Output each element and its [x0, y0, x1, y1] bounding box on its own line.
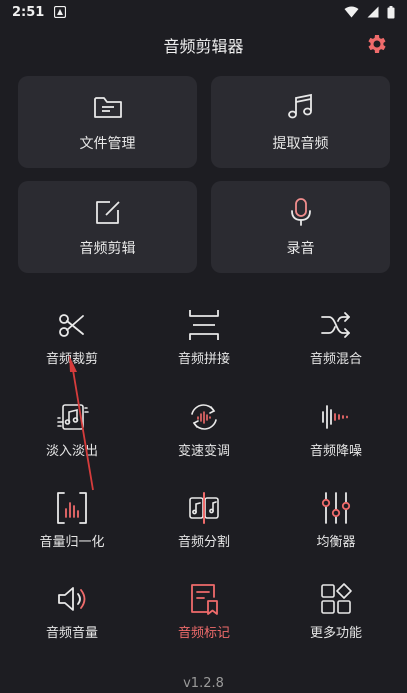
status-time: 2:51: [12, 4, 45, 20]
tool-audio-volume[interactable]: 音频音量: [7, 582, 137, 662]
folder-icon: [93, 97, 122, 118]
version-label: v1.2.8: [183, 676, 224, 691]
tool-label: 音频混合: [309, 352, 362, 367]
fade-icon: [57, 404, 89, 430]
tool-audio-marker[interactable]: 音频标记: [139, 582, 269, 662]
card-record[interactable]: 录音: [211, 181, 390, 273]
battery-icon: [387, 5, 395, 18]
tool-equalizer[interactable]: 均衡器: [271, 491, 401, 571]
tool-audio-trim[interactable]: 音频裁剪: [7, 308, 137, 388]
tool-label: 均衡器: [316, 535, 356, 550]
tool-label: 音频拼接: [177, 352, 230, 367]
tool-speed-pitch[interactable]: 变速变调: [139, 400, 269, 480]
title-bar: 音频剪辑器: [0, 24, 407, 66]
shuffle-icon: [321, 312, 350, 338]
card-label: 提取音频: [272, 136, 329, 152]
tool-label: 音频音量: [45, 626, 98, 641]
status-bar: 2:51: [0, 0, 407, 24]
tool-label: 淡入淡出: [45, 444, 98, 459]
tool-normalize[interactable]: 音量归一化: [7, 491, 137, 571]
tool-label: 变速变调: [177, 444, 230, 459]
microphone-icon: [290, 198, 311, 226]
card-audio-edit[interactable]: 音频剪辑: [18, 181, 197, 273]
tool-fade[interactable]: 淡入淡出: [7, 400, 137, 480]
volume-icon: [58, 587, 86, 611]
card-label: 录音: [286, 241, 315, 257]
wifi-icon: [344, 6, 359, 18]
tool-label: 音频标记: [177, 626, 230, 641]
speed-icon: [191, 404, 217, 430]
equalizer-icon: [321, 492, 351, 524]
card-label: 音频剪辑: [79, 241, 136, 257]
tool-more[interactable]: 更多功能: [271, 582, 401, 662]
tool-label: 更多功能: [309, 626, 362, 641]
card-file-manager[interactable]: 文件管理: [18, 76, 197, 168]
tool-label: 音频降噪: [309, 444, 362, 459]
gear-icon[interactable]: [365, 32, 389, 56]
tool-audio-split[interactable]: 音频分割: [139, 491, 269, 571]
tool-audio-mix[interactable]: 音频混合: [271, 308, 401, 388]
signal-icon: [367, 6, 379, 18]
card-extract-audio[interactable]: 提取音频: [211, 76, 390, 168]
notification-icon: [54, 6, 67, 18]
scissors-icon: [59, 314, 84, 337]
denoise-icon: [322, 405, 348, 429]
tool-denoise[interactable]: 音频降噪: [271, 400, 401, 480]
bookmark-icon: [191, 584, 218, 615]
card-label: 文件管理: [79, 136, 136, 152]
edit-icon: [95, 201, 120, 224]
tool-label: 音量归一化: [39, 535, 105, 550]
music-note-icon: [287, 93, 312, 119]
tool-label: 音频分割: [177, 535, 230, 550]
normalize-icon: [57, 492, 87, 524]
more-icon: [321, 583, 352, 614]
page-title: 音频剪辑器: [163, 37, 244, 56]
join-icon: [189, 310, 219, 340]
tool-label: 音频裁剪: [45, 352, 98, 367]
tool-audio-join[interactable]: 音频拼接: [139, 308, 269, 388]
split-icon: [189, 492, 219, 524]
